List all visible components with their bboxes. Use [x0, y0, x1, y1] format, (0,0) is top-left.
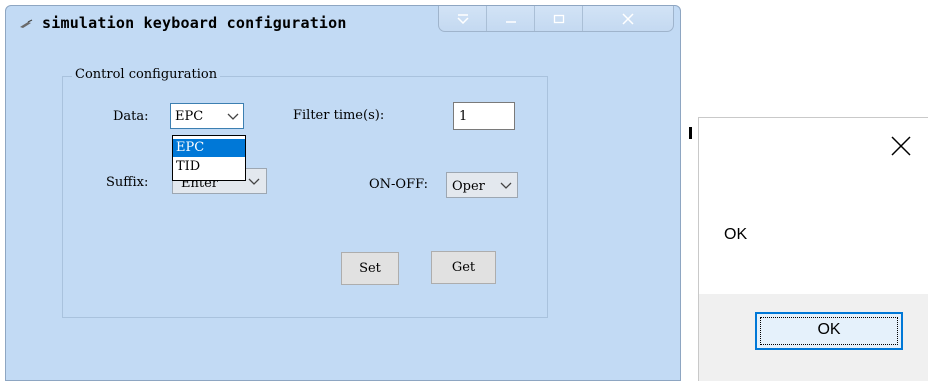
- on-off-label: ON-OFF:: [369, 177, 429, 192]
- suffix-label: Suffix:: [106, 175, 149, 190]
- keyboard-icon: [20, 19, 33, 28]
- data-select[interactable]: EPC: [170, 103, 244, 129]
- get-button[interactable]: Get: [431, 251, 496, 284]
- on-off-select[interactable]: Oper: [446, 172, 518, 198]
- dropdown-icon[interactable]: [439, 6, 488, 31]
- filter-time-field[interactable]: [453, 102, 515, 130]
- window-title: simulation keyboard configuration: [42, 14, 347, 32]
- title-bar: simulation keyboard configuration: [6, 6, 680, 38]
- ok-button[interactable]: OK: [755, 312, 903, 350]
- set-button[interactable]: Set: [341, 252, 399, 285]
- caption-buttons: [438, 6, 674, 32]
- chevron-down-icon: [227, 113, 239, 120]
- data-selected-value: EPC: [175, 109, 204, 124]
- minimize-icon[interactable]: [487, 6, 536, 31]
- on-off-selected-value: Oper: [452, 179, 485, 194]
- group-label: Control configuration: [72, 67, 221, 82]
- chevron-down-icon: [500, 182, 512, 189]
- close-icon[interactable]: [889, 134, 913, 158]
- divider: [689, 127, 692, 139]
- dropdown-option-tid[interactable]: TID: [173, 158, 245, 176]
- maximize-icon[interactable]: [535, 6, 584, 31]
- chevron-down-icon: [248, 178, 260, 185]
- data-label: Data:: [113, 109, 149, 124]
- close-icon[interactable]: [583, 6, 673, 31]
- data-dropdown-list: EPC TID: [172, 135, 246, 181]
- message-text: OK: [724, 226, 748, 243]
- dropdown-option-epc[interactable]: EPC: [173, 139, 245, 157]
- ok-button-label: OK: [817, 321, 841, 338]
- filter-time-label: Filter time(s):: [293, 108, 385, 123]
- filter-time-input[interactable]: [454, 103, 514, 129]
